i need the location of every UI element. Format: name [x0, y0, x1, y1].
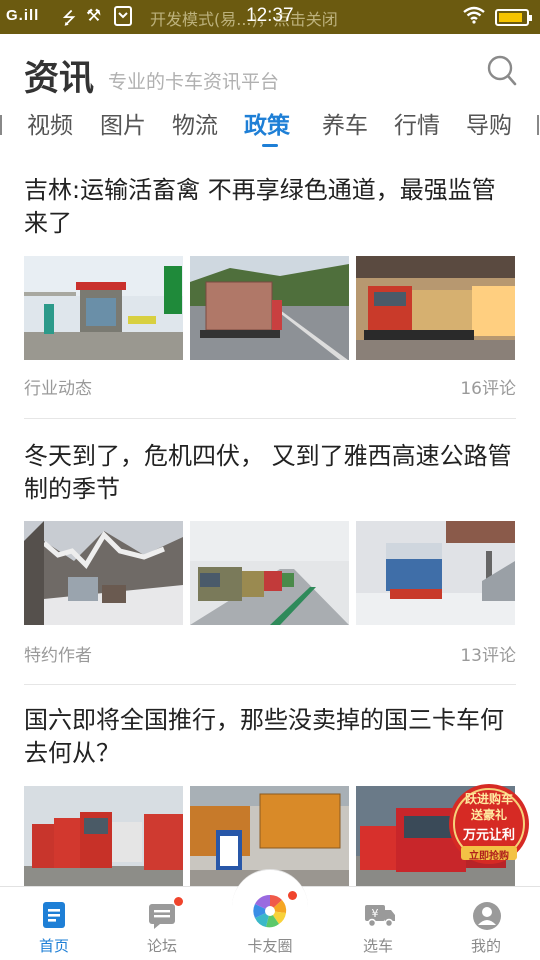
signal-strength-icon: G.ill [6, 7, 40, 24]
tab-buying-guide[interactable]: 导购 [466, 106, 512, 140]
article-thumbnails [24, 521, 516, 625]
article-title[interactable]: 国六即将全国推行，那些没卖掉的国三卡车何去何从？ [24, 704, 516, 770]
search-icon[interactable] [486, 54, 518, 88]
nav-forum[interactable]: 论坛 [108, 887, 216, 960]
promo-badge[interactable]: 跃进购车 送豪礼 万元让利 立即抢购 [447, 782, 531, 866]
livestock-truck-highway-photo[interactable] [190, 256, 349, 360]
developer-mode-notice[interactable]: 开发模式(易...)，点击关闭 [150, 6, 338, 30]
article-meta: 特约作者 13评论 [24, 641, 516, 666]
header: 资讯 专业的卡车资讯平台 [0, 34, 540, 106]
article-source: 行业动态 [24, 379, 92, 399]
article-comment-count[interactable]: 16评论 [460, 374, 516, 399]
tab-images[interactable]: 图片 [100, 106, 146, 140]
category-tabs: 视频 图片 物流 政策 养车 行情 导购 [0, 106, 540, 152]
article-comment-count[interactable]: 13评论 [460, 641, 516, 666]
tab-maintenance[interactable]: 养车 [322, 106, 368, 140]
divider [24, 684, 516, 685]
tab-policy[interactable]: 政策 [244, 106, 290, 140]
article-meta: 行业动态 16评论 [24, 374, 516, 399]
truck-friends-notification-dot [288, 891, 297, 900]
nav-label: 论坛 [146, 937, 177, 955]
profile-icon [472, 901, 501, 930]
status-bar: G.ill ⭍ ⚒ 开发模式(易...)，点击关闭 12:37 [0, 0, 540, 34]
debug-icon [114, 6, 132, 31]
toll-station-photo[interactable] [24, 256, 183, 360]
forum-notification-dot [174, 897, 183, 906]
battery-icon [495, 9, 532, 26]
tab-logistics[interactable]: 物流 [172, 106, 218, 140]
battery-level [499, 13, 522, 22]
bottom-navigation: 首页 论坛 卡友圈 ¥ 选车 我的 [0, 869, 540, 960]
nav-label: 选车 [362, 937, 393, 955]
article-card[interactable]: 吉林:运输活畜禽 不再享绿色通道，最强监管来了 行业动态 16评论 [24, 174, 516, 399]
status-time: 12:37 [246, 5, 294, 26]
article-card[interactable]: 冬天到了，危机四伏， 又到了雅西高速公路管制的季节 特约作者 13评论 [24, 440, 516, 666]
nav-label: 我的 [470, 937, 501, 955]
active-tab-indicator [262, 144, 278, 147]
tab-video[interactable]: 视频 [27, 106, 73, 140]
red-tractor-trucks-lot-photo[interactable] [24, 786, 183, 890]
page-title: 资讯 [24, 59, 95, 99]
wifi-icon [462, 6, 486, 29]
promo-line-2: 送豪礼 [470, 808, 507, 822]
truck-price-icon: ¥ [364, 901, 395, 929]
covered-truck-snow-photo[interactable] [356, 521, 515, 625]
nav-label: 卡友圈 [247, 937, 293, 955]
snowy-mountain-road-photo[interactable] [24, 521, 183, 625]
promo-line-1: 跃进购车 [464, 792, 513, 806]
nav-home[interactable]: 首页 [0, 887, 108, 960]
article-thumbnails [24, 256, 516, 360]
tab-market[interactable]: 行情 [394, 106, 440, 140]
svg-text:¥: ¥ [372, 907, 379, 920]
news-icon [40, 901, 68, 929]
usb-icon: ⭍ [62, 9, 77, 29]
tab-scroll-edge-left [0, 115, 2, 135]
nav-truck-friends[interactable]: 卡友圈 [216, 887, 324, 960]
page-slogan: 专业的卡车资讯平台 [108, 71, 280, 93]
nav-label: 首页 [38, 937, 69, 955]
forum-icon [148, 901, 176, 929]
article-title[interactable]: 冬天到了，危机四伏， 又到了雅西高速公路管制的季节 [24, 440, 516, 506]
truck-queue-snow-highway-photo[interactable] [190, 521, 349, 625]
article-card[interactable]: 国六即将全国推行，那些没卖掉的国三卡车何去何从？ [24, 704, 516, 890]
article-source: 特约作者 [24, 646, 92, 666]
nav-choose-truck[interactable]: ¥ 选车 [324, 887, 432, 960]
tab-scroll-edge-right [537, 115, 539, 135]
pinwheel-icon [252, 893, 288, 929]
red-truck-warehouse-photo[interactable] [356, 256, 515, 360]
promo-cta[interactable]: 立即抢购 [447, 847, 531, 862]
nav-profile[interactable]: 我的 [432, 887, 540, 960]
article-title[interactable]: 吉林:运输活畜禽 不再享绿色通道，最强监管来了 [24, 174, 516, 240]
tools-icon: ⚒ [86, 6, 102, 26]
divider [24, 418, 516, 419]
promo-line-3: 万元让利 [462, 828, 515, 843]
